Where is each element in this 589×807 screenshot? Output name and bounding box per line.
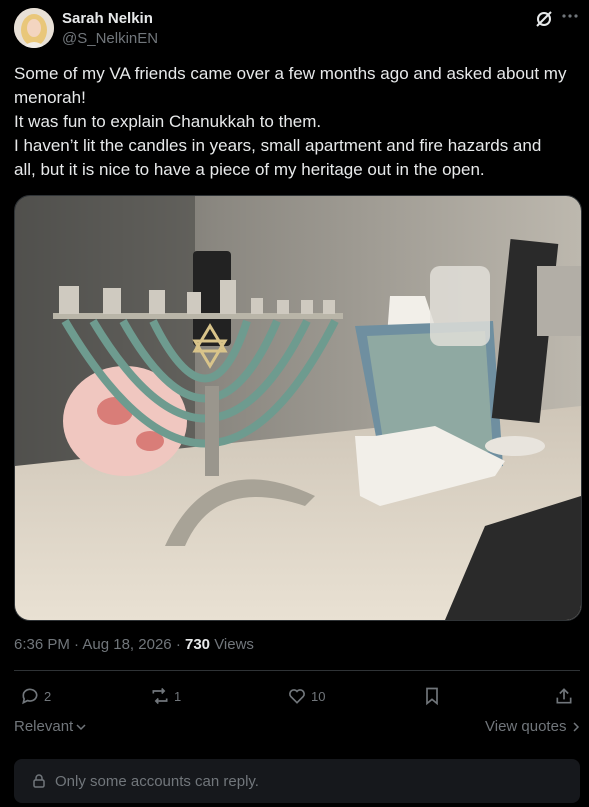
meta-separator: ·: [74, 636, 80, 653]
meta-separator: ·: [175, 636, 181, 653]
share-icon: [556, 688, 572, 704]
share-button[interactable]: [554, 684, 574, 708]
divider: [14, 670, 580, 671]
post-text: Some of my VA friends came over a few mo…: [14, 62, 582, 182]
post-text-line: I haven’t lit the candles in years, smal…: [14, 136, 542, 155]
repost-count: 1: [174, 688, 182, 704]
author-name[interactable]: Sarah Nelkin: [62, 10, 153, 27]
chevron-right-icon: [573, 721, 580, 732]
view-quotes-label: View quotes: [485, 718, 567, 735]
reply-restriction-text: Only some accounts can reply.: [55, 772, 259, 790]
post-time[interactable]: 6:36 PM: [14, 636, 70, 653]
post-photo[interactable]: [14, 195, 582, 621]
reply-count: 2: [44, 688, 52, 704]
post-text-line: menorah!: [14, 88, 86, 107]
grok-icon[interactable]: [534, 9, 554, 29]
reply-restriction-notice: Only some accounts can reply.: [14, 759, 580, 803]
author-handle[interactable]: @S_NelkinEN: [62, 30, 158, 47]
post-text-line: It was fun to explain Chanukkah to them.: [14, 112, 322, 131]
repost-icon: [152, 687, 168, 705]
post-text-line: all, but it is nice to have a piece of m…: [14, 160, 485, 179]
avatar[interactable]: [14, 8, 54, 48]
post-meta: 6:36 PM · Aug 18, 2026 · 730 Views: [14, 636, 254, 653]
reply-sort-dropdown[interactable]: Relevant: [14, 718, 87, 735]
views-count: 730: [184, 636, 211, 653]
more-icon[interactable]: [562, 6, 578, 31]
repost-button[interactable]: 1: [150, 684, 181, 708]
reply-button[interactable]: 2: [20, 684, 51, 708]
chevron-down-icon: [76, 723, 86, 730]
post-text-line: Some of my VA friends came over a few mo…: [14, 64, 567, 83]
bookmark-button[interactable]: [422, 684, 442, 708]
like-count: 10: [311, 688, 326, 704]
views-label: Views: [214, 636, 254, 653]
post-date[interactable]: Aug 18, 2026: [82, 636, 171, 653]
like-icon: [289, 689, 305, 704]
like-button[interactable]: 10: [287, 684, 325, 708]
lock-icon: [33, 774, 45, 788]
bookmark-icon: [426, 687, 438, 706]
reply-icon: [22, 688, 38, 705]
reply-sort-label: Relevant: [14, 718, 74, 735]
view-quotes-link[interactable]: View quotes: [485, 718, 582, 735]
